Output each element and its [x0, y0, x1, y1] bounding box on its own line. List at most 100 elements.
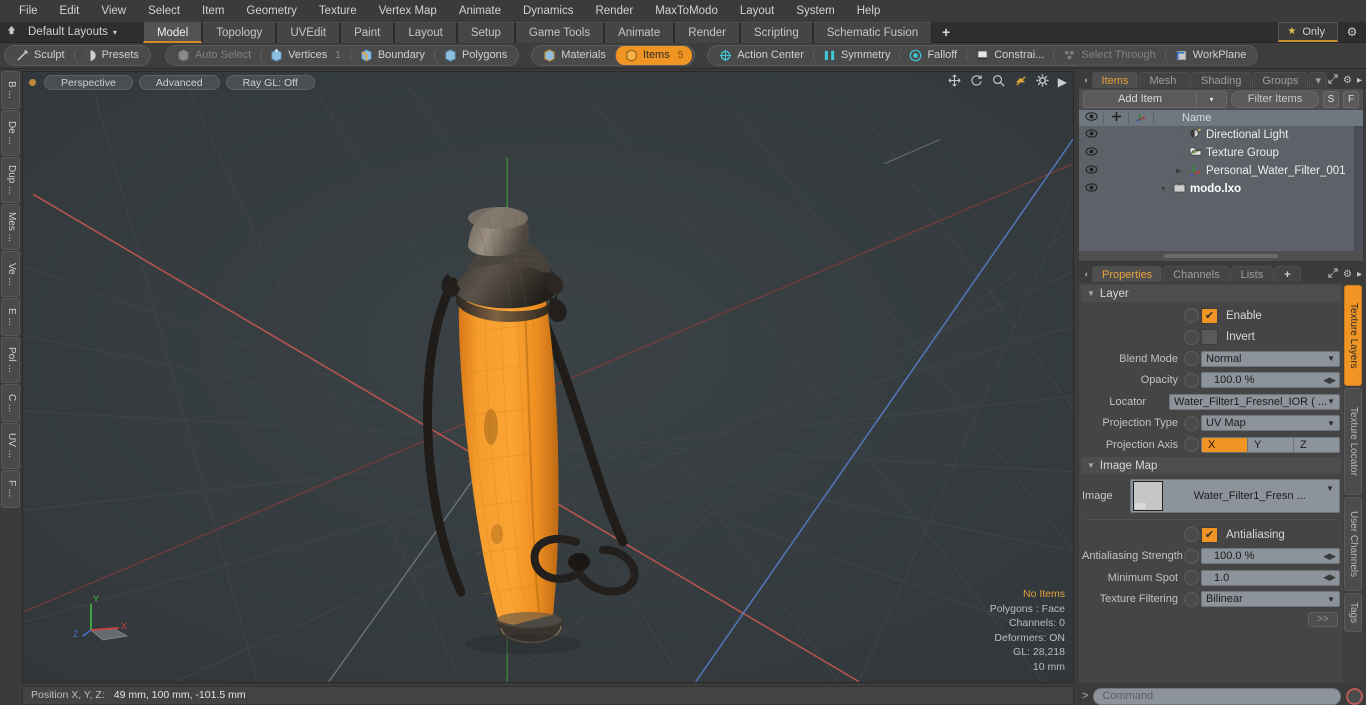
invert-checkbox[interactable]	[1201, 329, 1218, 345]
enable-checkbox[interactable]: ✔	[1201, 307, 1218, 324]
blend-mode-knob[interactable]	[1184, 351, 1199, 366]
gear-icon[interactable]: ⚙	[1343, 269, 1352, 280]
antialiasing-knob[interactable]	[1184, 527, 1199, 542]
projection-type-knob[interactable]	[1184, 415, 1199, 431]
minimum-spot-knob[interactable]	[1184, 570, 1199, 585]
gear-icon[interactable]	[1036, 74, 1049, 90]
layout-tab-render[interactable]: Render	[674, 21, 740, 43]
arrow-icon[interactable]: ▶	[1058, 75, 1067, 89]
filter-f-button[interactable]: F	[1343, 90, 1359, 108]
left-tab-6[interactable]: Pol ...	[1, 337, 20, 383]
items-tabs-more-button[interactable]: ▾	[1309, 72, 1327, 88]
left-tab-0[interactable]: B ...	[1, 71, 20, 109]
tool-boundary[interactable]: Boundary	[349, 46, 434, 65]
tab-+[interactable]: +	[1274, 266, 1301, 282]
antialiasing-checkbox[interactable]: ✔	[1201, 526, 1218, 543]
chevron-down-icon[interactable]: ▼	[1160, 186, 1169, 193]
antialiasing-strength-knob[interactable]	[1184, 548, 1199, 564]
visibility-toggle-icon[interactable]	[1079, 183, 1104, 195]
tab-shading[interactable]: Shading	[1191, 72, 1252, 88]
tool-constrai[interactable]: Constrai...	[966, 46, 1053, 65]
layout-tab-paint[interactable]: Paint	[340, 21, 395, 43]
tab-mesh[interactable]: Mesh ...	[1139, 72, 1191, 103]
gear-icon[interactable]: ⚙	[1343, 75, 1352, 86]
fit-icon[interactable]	[1014, 74, 1027, 90]
stepper-icon[interactable]: ◀▶	[1323, 551, 1336, 562]
blend-mode-dropdown[interactable]: Normal ▼	[1201, 350, 1340, 367]
column-axis-icon[interactable]	[1129, 111, 1154, 125]
visibility-toggle-icon[interactable]	[1079, 129, 1104, 141]
chevron-right-icon[interactable]: ▶	[1176, 167, 1185, 175]
items-tree-hscroll[interactable]	[1079, 251, 1363, 261]
tab-properties[interactable]: Properties	[1092, 266, 1163, 282]
menu-dynamics[interactable]: Dynamics	[512, 0, 584, 22]
tool-presets[interactable]: Presets	[73, 46, 148, 65]
tree-leaf-marker[interactable]: ·	[1176, 150, 1185, 157]
image-selector[interactable]: Water_Filter1_Fresn ... ▼	[1129, 479, 1340, 513]
stepper-icon[interactable]: ◀▶	[1323, 375, 1336, 386]
3d-viewport[interactable]: Perspective Advanced Ray GL: Off ▶ Y X Z…	[22, 71, 1074, 683]
layout-tab-scripting[interactable]: Scripting	[739, 21, 813, 43]
item-row-texture-group[interactable]: · Texture Group	[1079, 144, 1363, 162]
expand-icon[interactable]	[1328, 74, 1338, 87]
only-toggle-button[interactable]: ★ Only	[1278, 22, 1338, 42]
tool-vertices[interactable]: Vertices 1	[260, 46, 350, 65]
filter-s-button[interactable]: S	[1323, 90, 1339, 108]
menu-select[interactable]: Select	[137, 0, 191, 22]
antialiasing-strength-input[interactable]: 100.0 % ◀▶	[1201, 548, 1340, 564]
menu-render[interactable]: Render	[584, 0, 644, 22]
left-tab-9[interactable]: F ...	[1, 470, 20, 508]
command-input[interactable]: Command	[1093, 687, 1341, 705]
filter-items-input[interactable]: Filter Items	[1231, 90, 1319, 108]
tool-polygons[interactable]: Polygons	[433, 46, 516, 65]
tool-symmetry[interactable]: Symmetry	[812, 46, 900, 65]
items-tree-scrollbar[interactable]	[1354, 126, 1363, 251]
projection-type-dropdown[interactable]: UV Map ▼	[1201, 415, 1340, 431]
viewport-raygl-button[interactable]: Ray GL: Off	[225, 74, 315, 90]
tab-lists[interactable]: Lists	[1230, 266, 1274, 282]
layout-tab-model[interactable]: Model	[142, 21, 203, 43]
menu-layout[interactable]: Layout	[729, 0, 786, 22]
more-options-button[interactable]: >>	[1308, 612, 1338, 627]
right-tab-tags[interactable]: Tags	[1344, 593, 1362, 633]
projection-axis-y[interactable]: Y	[1248, 437, 1294, 452]
section-header-image-map[interactable]: ▼ Image Map	[1081, 457, 1341, 474]
menu-help[interactable]: Help	[846, 0, 892, 22]
tool-auto-select[interactable]: Auto Select	[168, 46, 260, 65]
tool-action-center[interactable]: Action Center	[710, 46, 813, 65]
layout-tab-layout[interactable]: Layout	[394, 21, 457, 43]
tool-sculpt[interactable]: Sculpt	[7, 46, 74, 65]
texture-filtering-dropdown[interactable]: Bilinear ▼	[1201, 591, 1340, 607]
tool-select-through[interactable]: Select Through	[1053, 46, 1164, 65]
column-lock-icon[interactable]	[1104, 111, 1129, 125]
home-icon[interactable]	[0, 25, 22, 39]
opacity-input[interactable]: 100.0 % ◀▶	[1201, 372, 1340, 388]
left-tab-3[interactable]: Mes ...	[1, 204, 20, 250]
zoom-icon[interactable]	[992, 74, 1005, 90]
left-tab-7[interactable]: C ...	[1, 384, 20, 422]
section-header-layer[interactable]: ▼ Layer	[1081, 285, 1341, 302]
tool-workplane[interactable]: WorkPlane	[1164, 46, 1256, 65]
arrow-icon[interactable]: ▸	[1357, 75, 1362, 86]
opacity-knob[interactable]	[1184, 372, 1199, 388]
move-icon[interactable]	[948, 74, 961, 90]
texture-filtering-knob[interactable]	[1184, 591, 1199, 607]
add-item-dropdown-icon[interactable]: ▾	[1196, 91, 1226, 107]
projection-axis-x[interactable]: X	[1202, 437, 1248, 452]
menu-geometry[interactable]: Geometry	[235, 0, 308, 22]
items-tree[interactable]: · Directional Light · Texture Group ▶ Persona…	[1079, 126, 1363, 251]
layout-tab-schematic-fusion[interactable]: Schematic Fusion	[812, 21, 933, 43]
menu-edit[interactable]: Edit	[49, 0, 91, 22]
tool-items[interactable]: Items 5	[614, 46, 693, 65]
tool-materials[interactable]: Materials	[534, 46, 615, 65]
visibility-toggle-icon[interactable]	[1079, 147, 1104, 159]
projection-axis-knob[interactable]	[1184, 437, 1199, 452]
menu-vertex-map[interactable]: Vertex Map	[368, 0, 448, 22]
record-icon[interactable]	[1346, 687, 1363, 705]
item-row-personal-water-filter-001[interactable]: ▶ Personal_Water_Filter_001	[1079, 162, 1363, 180]
add-layout-tab-button[interactable]: +	[932, 22, 960, 43]
menu-maxtomodo[interactable]: MaxToModo	[644, 0, 729, 22]
panel-menu-icon[interactable]: ◖	[1080, 72, 1092, 88]
left-tab-8[interactable]: UV ...	[1, 423, 20, 469]
menu-item[interactable]: Item	[191, 0, 235, 22]
